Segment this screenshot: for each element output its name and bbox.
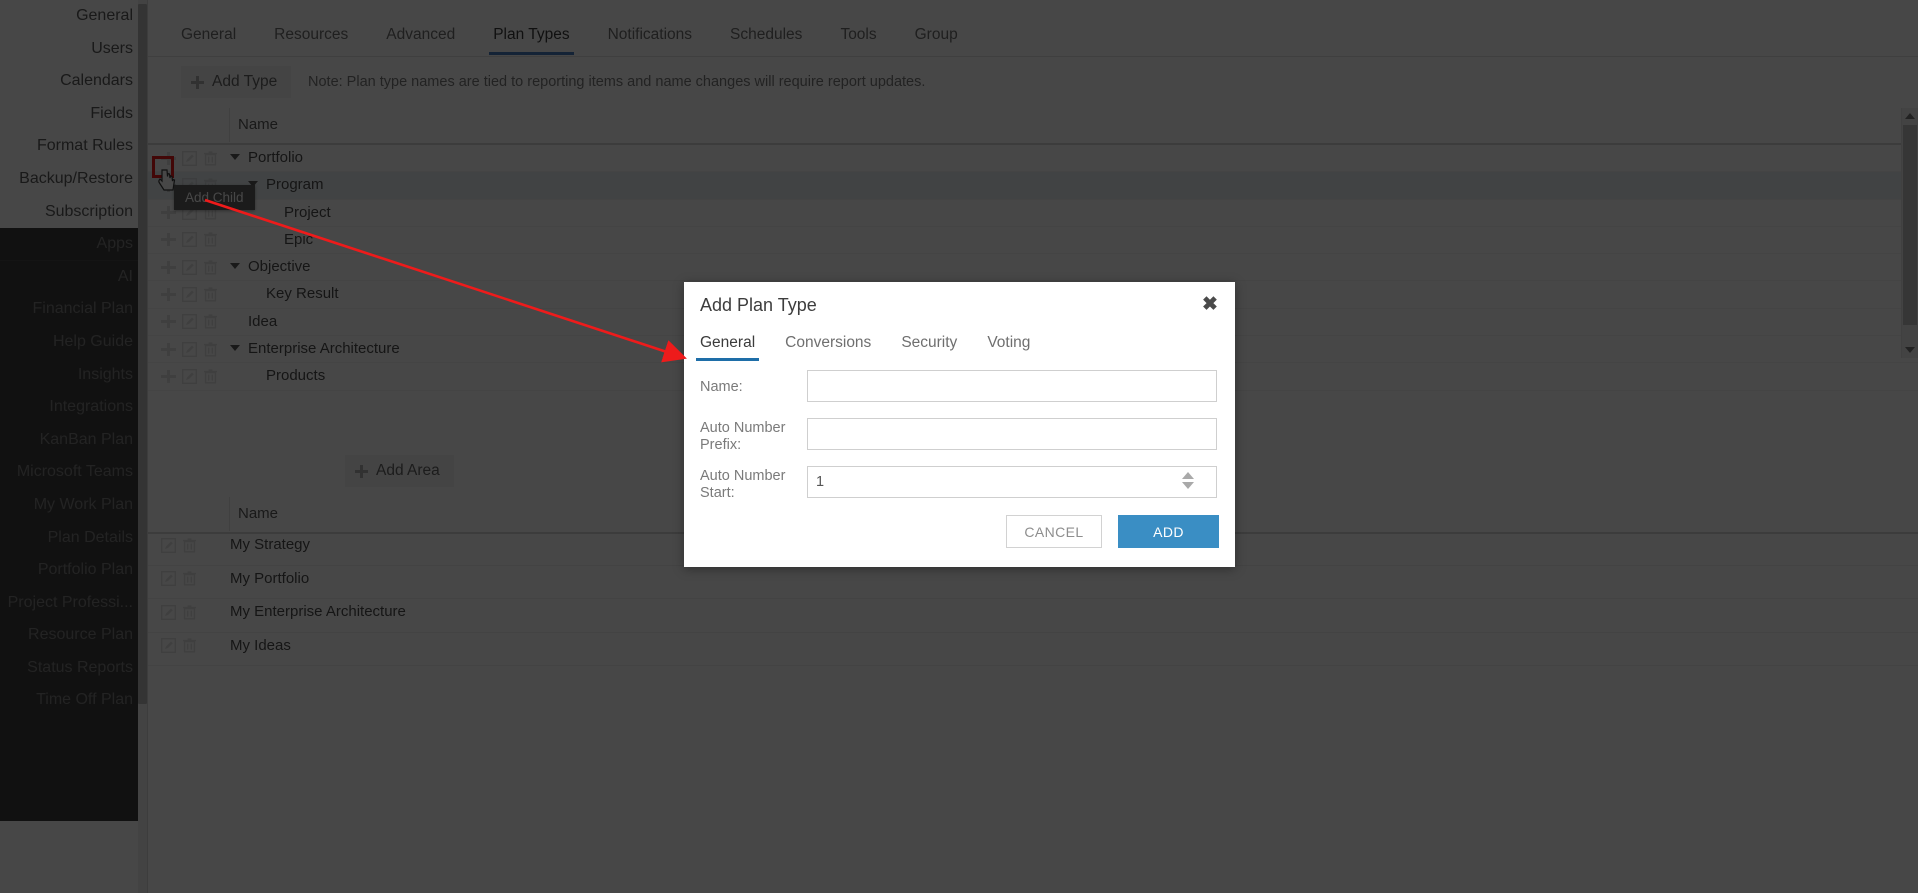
auto-number-prefix-input[interactable] — [807, 418, 1217, 450]
name-label: Name: — [700, 379, 743, 395]
cancel-button[interactable]: CANCEL — [1006, 515, 1102, 548]
field-row-name: Name: — [684, 370, 1235, 404]
auto-number-prefix-label: Auto Number Prefix: — [700, 420, 786, 453]
field-row-auto-number-start: Auto Number Start: — [684, 466, 1235, 501]
stepper-down-icon[interactable] — [1182, 482, 1194, 489]
dialog-title: Add Plan Type — [700, 295, 817, 315]
field-row-auto-number-prefix: Auto Number Prefix: — [684, 418, 1235, 453]
close-icon[interactable]: ✖ — [1199, 294, 1221, 316]
dialog-tab-conversions[interactable]: Conversions — [785, 334, 871, 361]
dialog-tabs: General Conversions Security Voting — [695, 334, 1030, 361]
number-stepper[interactable] — [1182, 472, 1196, 492]
auto-number-start-input[interactable] — [807, 466, 1217, 498]
dialog-tab-general[interactable]: General — [695, 334, 760, 361]
stepper-up-icon[interactable] — [1182, 472, 1194, 479]
add-button[interactable]: ADD — [1118, 515, 1219, 548]
auto-number-start-label: Auto Number Start: — [700, 468, 786, 501]
name-input[interactable] — [807, 370, 1217, 402]
dialog-tab-voting[interactable]: Voting — [987, 334, 1030, 361]
dialog-tab-security[interactable]: Security — [901, 334, 957, 361]
